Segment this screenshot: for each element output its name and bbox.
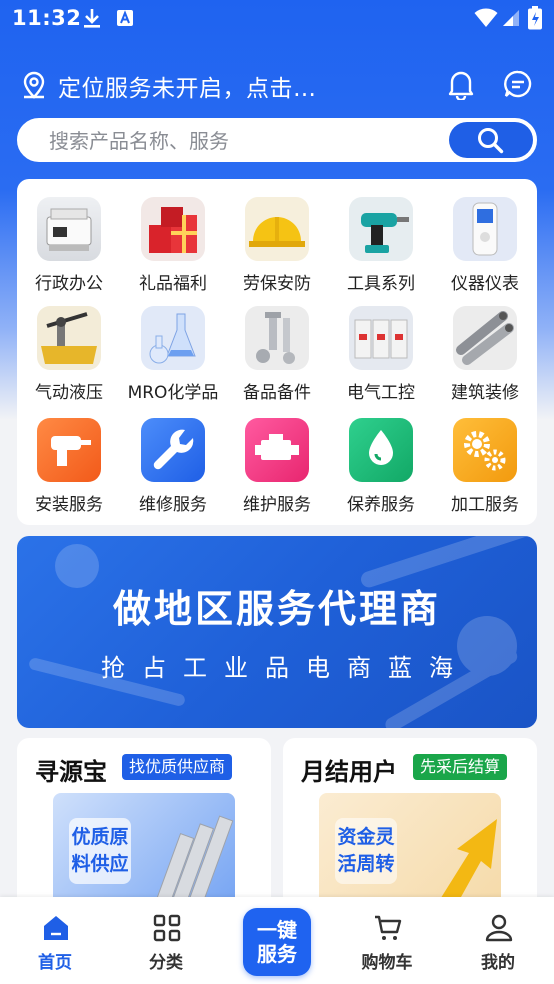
signal-icon bbox=[502, 9, 520, 31]
tab-label: 分类 bbox=[149, 953, 183, 973]
breaker-icon bbox=[349, 306, 413, 370]
tab-label: 购物车 bbox=[361, 953, 413, 973]
category-item-building[interactable]: 建筑装修 bbox=[433, 288, 537, 403]
promo-title: 寻源宝 bbox=[35, 758, 107, 786]
search-bar bbox=[17, 118, 537, 162]
download-icon bbox=[82, 7, 102, 33]
meter-icon bbox=[453, 197, 517, 261]
flask-icon bbox=[141, 306, 205, 370]
drill-service-icon bbox=[37, 418, 101, 482]
category-item-spare[interactable]: 备品备件 bbox=[225, 288, 329, 403]
category-item-instrument[interactable]: 仪器仪表 bbox=[433, 179, 537, 294]
drill-icon bbox=[349, 197, 413, 261]
font-app-icon bbox=[116, 9, 134, 31]
category-label: 维护服务 bbox=[243, 495, 311, 515]
banner-subtitle: 抢占工业品电商蓝海 bbox=[101, 654, 470, 682]
category-item-tools[interactable]: 工具系列 bbox=[329, 179, 433, 294]
category-item-electric[interactable]: 电气工控 bbox=[329, 288, 433, 403]
tab-cart[interactable]: 购物车 bbox=[337, 897, 437, 984]
category-item-chemical[interactable]: MRO化学品 bbox=[121, 288, 225, 403]
tab-category[interactable]: 分类 bbox=[116, 897, 216, 984]
center-button-line2: 服务 bbox=[257, 942, 297, 966]
gears-icon bbox=[453, 418, 517, 482]
printer-icon bbox=[37, 197, 101, 261]
promo-tag: 找优质供应商 bbox=[122, 754, 233, 780]
category-label: 加工服务 bbox=[451, 495, 519, 515]
grid-icon bbox=[153, 914, 181, 942]
location-pin-icon bbox=[20, 70, 48, 104]
engine-icon bbox=[245, 418, 309, 482]
bolt-icon bbox=[245, 306, 309, 370]
search-button[interactable] bbox=[449, 122, 533, 158]
one-click-service-button[interactable]: 一键 服务 bbox=[243, 908, 311, 976]
category-label: 维修服务 bbox=[139, 495, 207, 515]
category-label: 保养服务 bbox=[347, 495, 415, 515]
wrench-icon bbox=[141, 418, 205, 482]
location-bar[interactable]: 定位服务未开启，点击… bbox=[0, 64, 554, 108]
promo-image-text: 资金灵活周转 bbox=[335, 818, 397, 884]
promo-image-text: 优质原料供应 bbox=[69, 818, 131, 884]
cart-icon bbox=[375, 915, 402, 940]
tab-home[interactable]: 首页 bbox=[5, 897, 105, 984]
helmet-icon bbox=[245, 197, 309, 261]
category-item-install[interactable]: 安装服务 bbox=[17, 400, 121, 515]
category-item-process[interactable]: 加工服务 bbox=[433, 400, 537, 515]
gift-icon bbox=[141, 197, 205, 261]
home-icon bbox=[44, 916, 68, 940]
status-bar: 11:32 bbox=[0, 0, 554, 38]
banner-title: 做地区服务代理商 bbox=[112, 587, 441, 631]
category-item-maintain[interactable]: 维护服务 bbox=[225, 400, 329, 515]
tab-label: 我的 bbox=[481, 953, 515, 973]
tab-mine[interactable]: 我的 bbox=[448, 897, 548, 984]
category-item-office[interactable]: 行政办公 bbox=[17, 179, 121, 294]
category-item-hydraulic[interactable]: 气动液压 bbox=[17, 288, 121, 403]
center-button-line1: 一键 bbox=[257, 918, 297, 942]
category-item-safety[interactable]: 劳保安防 bbox=[225, 179, 329, 294]
wifi-icon bbox=[474, 8, 498, 32]
promo-tag: 先采后结算 bbox=[413, 754, 508, 780]
bell-icon[interactable] bbox=[446, 68, 476, 104]
tab-label: 首页 bbox=[38, 953, 72, 973]
pump-icon bbox=[37, 306, 101, 370]
promo-title: 月结用户 bbox=[301, 758, 397, 786]
category-label: 安装服务 bbox=[35, 495, 103, 515]
category-item-care[interactable]: 保养服务 bbox=[329, 400, 433, 515]
status-time: 11:32 bbox=[12, 6, 82, 30]
agent-banner[interactable]: 做地区服务代理商 抢占工业品电商蓝海 bbox=[17, 536, 537, 728]
location-text[interactable]: 定位服务未开启，点击… bbox=[58, 69, 317, 103]
pipe-icon bbox=[453, 306, 517, 370]
user-icon bbox=[485, 914, 513, 942]
message-icon[interactable] bbox=[503, 69, 533, 103]
search-input[interactable] bbox=[47, 120, 451, 162]
battery-icon bbox=[528, 6, 542, 34]
category-grid: 行政办公 礼品福利 劳保安防 工具系列 仪器仪表 气动液压 MRO化学品 备品备… bbox=[17, 179, 537, 525]
category-item-gift[interactable]: 礼品福利 bbox=[121, 179, 225, 294]
drop-icon bbox=[349, 418, 413, 482]
category-item-repair[interactable]: 维修服务 bbox=[121, 400, 225, 515]
